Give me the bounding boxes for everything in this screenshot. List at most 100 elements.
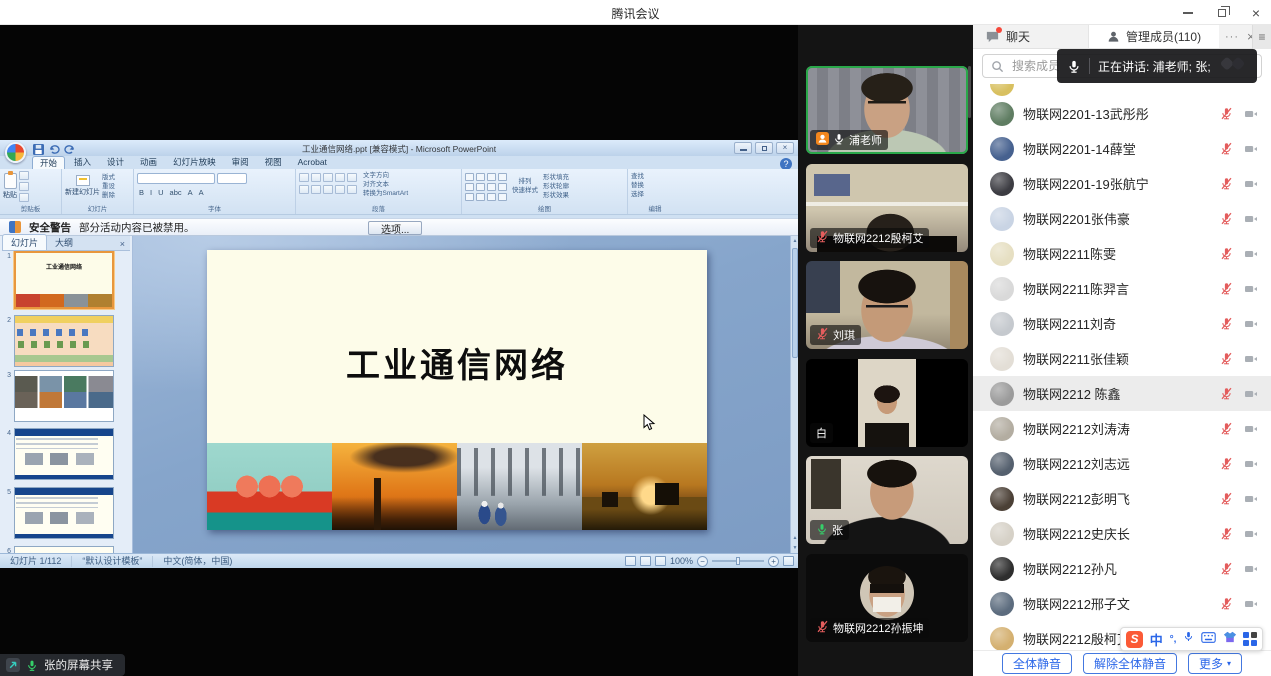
member-row[interactable]: 物联网2212彭明飞 <box>973 481 1271 516</box>
indent-decrease-icon[interactable] <box>323 173 333 182</box>
align-right-icon[interactable] <box>323 185 333 194</box>
mic-muted-icon[interactable] <box>1218 142 1234 155</box>
camera-off-icon[interactable] <box>1243 178 1259 190</box>
tab-manage-members[interactable]: 管理成员(110) <box>1089 25 1219 48</box>
member-row[interactable]: 物联网2212刘志远 <box>973 446 1271 481</box>
ribbon-tab-7[interactable]: Acrobat <box>291 156 334 169</box>
font-style-button[interactable]: abc <box>168 188 184 197</box>
video-tile[interactable]: 张 <box>806 456 968 544</box>
mic-muted-icon[interactable] <box>1218 212 1234 225</box>
sogou-logo-icon[interactable]: S <box>1126 631 1143 648</box>
slide-thumbnail[interactable]: 6 <box>2 546 114 553</box>
mic-muted-icon[interactable] <box>1218 527 1234 540</box>
shape-icon[interactable] <box>465 173 474 181</box>
new-slide-button[interactable]: 新建幻灯片 <box>65 175 100 197</box>
format-painter-icon[interactable] <box>19 193 29 202</box>
smartart-button[interactable]: 转换为SmartArt <box>363 189 408 198</box>
thumbnail-preview[interactable] <box>14 487 114 539</box>
member-row[interactable]: 物联网2201-13武彤彤 <box>973 96 1271 131</box>
slide-scrollbar[interactable]: ▲ ▲ ▼ <box>790 236 798 553</box>
columns-icon[interactable] <box>347 185 357 194</box>
member-row[interactable]: 物联网2212 陈鑫 <box>973 376 1271 411</box>
mic-muted-icon[interactable] <box>1218 562 1234 575</box>
layout-button[interactable]: 版式 <box>102 173 115 182</box>
unmute-all-button[interactable]: 解除全体静音 <box>1083 653 1177 674</box>
text-direction-button[interactable]: 文字方向 <box>363 171 408 180</box>
shape-icon[interactable] <box>487 183 496 191</box>
thumbnail-preview[interactable] <box>14 428 114 480</box>
office-button-icon[interactable] <box>5 142 26 163</box>
camera-off-icon[interactable] <box>1243 318 1259 330</box>
member-row[interactable]: 物联网2211张佳颖 <box>973 341 1271 376</box>
mic-muted-icon[interactable] <box>1218 422 1234 435</box>
options-button[interactable]: 选项... <box>368 221 422 235</box>
shape-icon[interactable] <box>465 193 474 201</box>
font-style-button[interactable]: A <box>186 188 195 197</box>
zoom-slider-thumb[interactable] <box>736 557 740 565</box>
shape-icon[interactable] <box>487 193 496 201</box>
thumbnail-preview[interactable]: 工业通信网络 <box>14 251 114 309</box>
mic-muted-icon[interactable] <box>1218 177 1234 190</box>
ribbon-tab-6[interactable]: 视图 <box>258 156 289 169</box>
ribbon-tab-1[interactable]: 插入 <box>67 156 98 169</box>
camera-off-icon[interactable] <box>1243 353 1259 365</box>
shape-icon[interactable] <box>498 183 507 191</box>
ribbon-tab-3[interactable]: 动画 <box>133 156 164 169</box>
mic-muted-icon[interactable] <box>1218 597 1234 610</box>
ppt-close-icon[interactable]: × <box>776 142 794 154</box>
mic-muted-icon[interactable] <box>1218 352 1234 365</box>
font-style-button[interactable]: U <box>156 188 165 197</box>
mic-muted-icon[interactable] <box>1218 317 1234 330</box>
ime-toolbox-icon[interactable] <box>1243 632 1257 646</box>
font-style-button[interactable]: B <box>137 188 146 197</box>
restore-icon[interactable] <box>1213 4 1231 22</box>
camera-off-icon[interactable] <box>1243 283 1259 295</box>
mic-muted-icon[interactable] <box>1218 457 1234 470</box>
slide-thumbnail[interactable]: 1工业通信网络 <box>2 251 114 309</box>
zoom-slider[interactable] <box>712 560 764 562</box>
shape-icon[interactable] <box>476 173 485 181</box>
ime-keyboard-icon[interactable] <box>1201 630 1216 648</box>
ime-skin-icon[interactable] <box>1223 630 1237 648</box>
shape-fill-button[interactable]: 形状填充 <box>543 173 569 182</box>
slide-thumbnail[interactable]: 4 <box>2 428 114 480</box>
ribbon-tab-5[interactable]: 审阅 <box>225 156 256 169</box>
camera-off-icon[interactable] <box>1243 143 1259 155</box>
shape-outline-button[interactable]: 形状轮廓 <box>543 182 569 191</box>
member-row[interactable]: 物联网2201张伟豪 <box>973 201 1271 236</box>
numbering-icon[interactable] <box>311 173 321 182</box>
camera-off-icon[interactable] <box>1243 248 1259 260</box>
line-spacing-icon[interactable] <box>347 173 357 182</box>
bullets-icon[interactable] <box>299 173 309 182</box>
mic-muted-icon[interactable] <box>1218 387 1234 400</box>
justify-icon[interactable] <box>335 185 345 194</box>
member-row[interactable]: 物联网2211刘奇 <box>973 306 1271 341</box>
ppt-minimize-icon[interactable] <box>734 142 752 154</box>
minimize-icon[interactable] <box>1179 4 1197 22</box>
slide-thumbnail[interactable]: 5 <box>2 487 114 539</box>
ime-mic-icon[interactable] <box>1183 630 1194 648</box>
video-tile[interactable]: 白 <box>806 359 968 447</box>
mic-muted-icon[interactable] <box>1218 107 1234 120</box>
slide-thumbnail[interactable]: 2 <box>2 315 114 367</box>
select-button[interactable]: 选择 <box>631 190 679 199</box>
pane-close-icon[interactable]: × <box>120 239 130 250</box>
member-row[interactable]: 物联网2212史庆长 <box>973 516 1271 551</box>
camera-off-icon[interactable] <box>1243 493 1259 505</box>
align-text-button[interactable]: 对齐文本 <box>363 180 408 189</box>
more-options-icon[interactable]: ··· <box>1225 31 1239 43</box>
close-icon[interactable]: × <box>1247 4 1265 22</box>
camera-off-icon[interactable] <box>1243 563 1259 575</box>
arrange-button[interactable]: 排列 <box>519 177 532 186</box>
strip-scrollbar-thumb[interactable] <box>968 66 971 118</box>
fit-to-window-icon[interactable] <box>783 556 794 566</box>
member-row[interactable]: 物联网2212邢子文 <box>973 586 1271 621</box>
member-row[interactable]: 物联网2211陈羿言 <box>973 271 1271 306</box>
camera-off-icon[interactable] <box>1243 458 1259 470</box>
camera-off-icon[interactable] <box>1243 213 1259 225</box>
thumbnail-preview[interactable] <box>14 370 114 422</box>
hamburger-icon[interactable]: ≡ <box>1252 25 1271 49</box>
paste-button[interactable]: 粘贴 <box>3 173 17 200</box>
member-row[interactable]: 物联网2212孙凡 <box>973 551 1271 586</box>
thumbnail-preview[interactable] <box>14 315 114 367</box>
